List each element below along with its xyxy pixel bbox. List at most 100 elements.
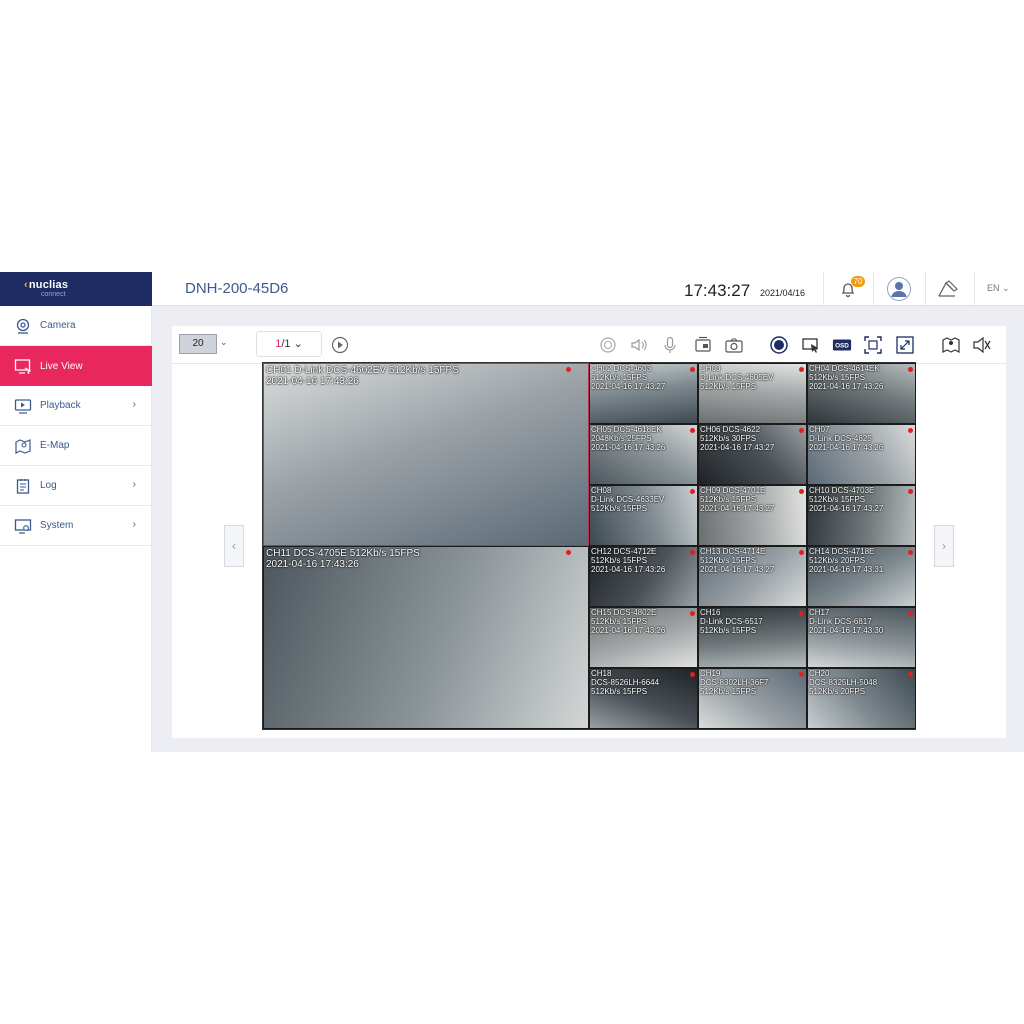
camera-tile[interactable]: CH08 D-Link DCS-4633EV 512Kb/s 15FPS — [589, 485, 698, 546]
play-icon[interactable] — [330, 335, 350, 355]
page-selector[interactable]: 1/1 ⌄ — [256, 331, 322, 357]
camera-osd-text: CH11 DCS-4705E 512Kb/s 15FPS 2021-04-16 1… — [266, 548, 420, 570]
camera-tile[interactable]: CH14 DCS-4718E 512Kb/s 20FPS 2021-04-16 17… — [807, 546, 916, 607]
osd-line: 2021-04-16 17:43:26 — [266, 559, 359, 570]
clock-time: 17:43:27 — [684, 281, 751, 300]
camera-tile[interactable]: CH02 DCS-4603 512Kb/s 15FPS 2021-04-16 17:… — [589, 363, 698, 424]
sidebar-item-label: Playback — [40, 400, 81, 411]
osd-line: 2021-04-16 17:43:27 — [700, 443, 775, 452]
osd-line: 512Kb/s 15FPS — [809, 373, 866, 382]
next-page-button[interactable]: › — [934, 525, 954, 567]
camera-icon — [14, 317, 32, 335]
microphone-icon[interactable] — [660, 335, 680, 355]
osd-line: 512Kb/s 15FPS — [591, 687, 648, 696]
camera-osd-text: CH06 DCS-4622 512Kb/s 30FPS 2021-04-16 17:… — [700, 425, 774, 452]
camera-tile[interactable]: CH16 D-Link DCS-6517 512Kb/s 15FPS — [698, 607, 807, 668]
osd-line: 2021-04-16 17:43:26 — [591, 443, 666, 452]
osd-line: CH05 DCS-4618EK — [591, 425, 662, 434]
recording-indicator-icon — [799, 550, 804, 555]
fullscreen-icon[interactable] — [895, 335, 915, 355]
camera-tile[interactable]: CH17 D-Link DCS-6817 2021-04-16 17:43:30 — [807, 607, 916, 668]
osd-line: CH04 DCS-4614EK — [809, 364, 880, 373]
osd-line: 2021-04-16 17:43:27 — [809, 504, 884, 513]
user-avatar-icon[interactable] — [887, 277, 911, 301]
recording-indicator-icon — [908, 428, 913, 433]
recording-indicator-icon — [799, 428, 804, 433]
svg-text:OSD: OSD — [835, 343, 849, 350]
device-name: DNH-200-45D6 — [185, 280, 289, 297]
osd-icon[interactable]: OSD — [832, 335, 852, 355]
header-divider — [974, 272, 975, 306]
camera-tile[interactable]: CH06 DCS-4622 512Kb/s 30FPS 2021-04-16 17:… — [698, 424, 807, 485]
logo-brand-text: nuclias — [28, 279, 69, 291]
camera-feed-image — [264, 364, 588, 545]
sidebar-item-log[interactable]: Log › — [0, 466, 152, 506]
camera-tile[interactable]: CH10 DCS-4703E 512Kb/s 15FPS 2021-04-16 17… — [807, 485, 916, 546]
chevron-down-icon[interactable]: ⌄ — [220, 337, 228, 348]
osd-line: CH18 — [591, 669, 612, 678]
camera-feed-image — [264, 547, 588, 728]
osd-line: D-Link DCS-6817 — [809, 617, 872, 626]
top-header: DNH-200-45D6 17:43:27 2021/04/16 70 EN ⌄ — [152, 272, 1024, 306]
camera-tile[interactable]: CH15 DCS-4802E 512Kb/s 15FPS 2021-04-16 17… — [589, 607, 698, 668]
camera-tile[interactable]: CH04 DCS-4614EK 512Kb/s 15FPS 2021-04-16 1… — [807, 363, 916, 424]
recording-indicator-icon — [799, 611, 804, 616]
osd-line: 2021-04-16 17:43:26 — [591, 626, 666, 635]
camera-osd-text: CH14 DCS-4718E 512Kb/s 20FPS 2021-04-16 17… — [809, 547, 883, 574]
camera-tile[interactable]: CH13 DCS-4714E 512Kb/s 15FPS 2021-04-16 17… — [698, 546, 807, 607]
chevron-right-icon: › — [132, 519, 136, 530]
sidebar-item-live-view[interactable]: Live View — [0, 346, 152, 386]
logo-brand: ‹nuclias — [24, 279, 69, 291]
osd-line: CH20 — [809, 669, 830, 678]
camera-tile[interactable]: CH07 D-Link DCS-4625 2021-04-16 17:43:26 — [807, 424, 916, 485]
osd-line: DCS-8526LH-6644 — [591, 678, 660, 687]
camera-tile[interactable]: CH12 DCS-4712E 512Kb/s 15FPS 2021-04-16 17… — [589, 546, 698, 607]
osd-line: CH10 DCS-4703E — [809, 486, 875, 495]
record-icon[interactable] — [769, 335, 789, 355]
nuclias-logo[interactable]: ‹nuclias connect — [0, 272, 152, 306]
camera-tile[interactable]: CH20 DCS-8325LH-5048 512Kb/s 20FPS — [807, 668, 916, 729]
camera-osd-text: CH19 DCS-8302LH-36F7 512Kb/s 15FPS — [700, 669, 768, 696]
osd-line: 2021-04-16 17:43:31 — [809, 565, 884, 574]
osd-line: 512Kb/s 15FPS — [591, 373, 648, 382]
camera-tile[interactable]: CH18 DCS-8526LH-6644 512Kb/s 15FPS — [589, 668, 698, 729]
stream-icon[interactable] — [693, 335, 713, 355]
osd-line: DCS-8325LH-5048 — [809, 678, 878, 687]
prev-page-button[interactable]: ‹ — [224, 525, 244, 567]
ptz-icon[interactable] — [598, 335, 618, 355]
alarm-output-icon[interactable] — [972, 335, 992, 355]
osd-line: CH01 D-Link DCS-4602EV 512Kb/s 15FPS — [266, 365, 459, 376]
osd-line: CH02 DCS-4603 — [591, 364, 652, 373]
speaker-icon[interactable] — [629, 335, 649, 355]
camera-tile[interactable]: CH05 DCS-4618EK 2048Kb/s 25FPS 2021-04-16 … — [589, 424, 698, 485]
osd-line: CH07 — [809, 425, 830, 434]
layout-selector[interactable]: 20 — [179, 334, 217, 354]
language-selector[interactable]: EN ⌄ — [987, 283, 1010, 294]
camera-tile[interactable]: CH03 D-Link DCS-4605EV 512Kb/s 15FPS — [698, 363, 807, 424]
playback-icon — [14, 397, 32, 415]
sidebar-item-e-map[interactable]: E-Map — [0, 426, 152, 466]
live-view-toolbar: 20 ⌄ 1/1 ⌄ OSD — [172, 326, 1006, 364]
camera-tile[interactable]: CH09 DCS-4701E 512Kb/s 15FPS 2021-04-16 17… — [698, 485, 807, 546]
nvr-app: ‹nuclias connect Camera Live View Playba… — [0, 272, 1024, 752]
sidebar-item-camera[interactable]: Camera — [0, 306, 152, 346]
camera-osd-text: CH04 DCS-4614EK 512Kb/s 15FPS 2021-04-16 1… — [809, 364, 883, 391]
camera-tile[interactable]: CH11 DCS-4705E 512Kb/s 15FPS 2021-04-16 1… — [263, 546, 589, 729]
camera-osd-text: CH03 D-Link DCS-4605EV 512Kb/s 15FPS — [700, 364, 773, 391]
camera-osd-text: CH02 DCS-4603 512Kb/s 15FPS 2021-04-16 17:… — [591, 364, 665, 391]
osd-line: CH17 — [809, 608, 830, 617]
osd-line: 2021-04-16 17:43:26 — [809, 382, 884, 391]
camera-control-icon[interactable] — [801, 335, 821, 355]
osd-line: CH12 DCS-4712E — [591, 547, 657, 556]
recording-indicator-icon — [690, 367, 695, 372]
emap-icon[interactable] — [941, 335, 961, 355]
sidebar-item-playback[interactable]: Playback › — [0, 386, 152, 426]
camera-tile[interactable]: CH19 DCS-8302LH-36F7 512Kb/s 15FPS — [698, 668, 807, 729]
sidebar-item-system[interactable]: System › — [0, 506, 152, 546]
camera-tile[interactable]: CH01 D-Link DCS-4602EV 512Kb/s 15FPS 2021… — [263, 363, 589, 546]
focus-icon[interactable] — [863, 335, 883, 355]
recording-indicator-icon — [908, 550, 913, 555]
snapshot-icon[interactable] — [724, 335, 744, 355]
header-divider — [873, 272, 874, 306]
sign-out-icon[interactable] — [937, 279, 959, 299]
